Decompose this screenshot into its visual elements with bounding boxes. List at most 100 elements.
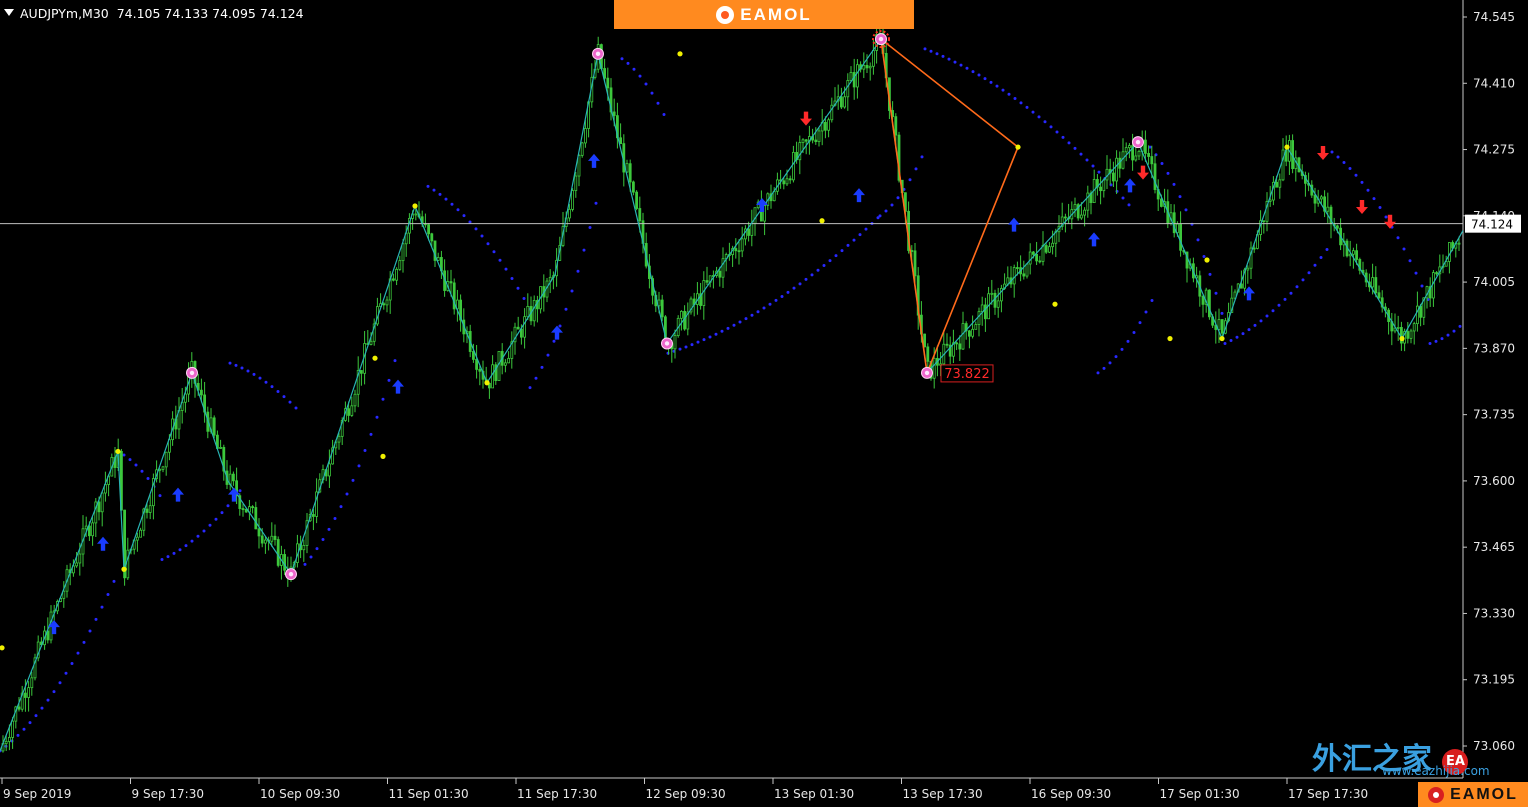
candle-body — [391, 278, 395, 281]
y-tick-label: 74.410 — [1473, 76, 1515, 90]
sar-dot — [644, 82, 648, 86]
sar-dot — [858, 233, 862, 237]
sar-dot — [708, 335, 712, 339]
sar-dot — [1166, 171, 1170, 175]
candle-body — [913, 250, 917, 277]
sar-dot — [240, 366, 244, 370]
sar-dot — [662, 112, 666, 116]
sar-dot — [258, 376, 262, 380]
sar-dot — [1025, 105, 1029, 109]
candle-body — [1416, 305, 1419, 325]
sar-dot — [534, 376, 538, 380]
candle-body — [974, 324, 978, 330]
sar-dot — [1414, 271, 1418, 275]
candle-body — [385, 299, 389, 306]
pivot-minor-dot — [1052, 301, 1058, 307]
pivot-minor-dot — [1284, 144, 1290, 150]
candle-body — [1012, 267, 1016, 285]
candle-body — [628, 163, 632, 183]
sar-dot — [158, 494, 162, 498]
sar-dot — [564, 307, 568, 311]
candle-body — [139, 529, 143, 538]
candle-body — [1134, 155, 1138, 161]
sar-dot — [878, 214, 882, 218]
sar-dot — [1241, 332, 1245, 336]
sar-dot — [1049, 125, 1053, 129]
sar-dot — [82, 640, 86, 644]
sar-dot — [1061, 135, 1065, 139]
candle-body — [571, 190, 574, 210]
candle-body — [11, 720, 15, 738]
candle-body — [1044, 245, 1048, 253]
candle-body — [1179, 223, 1182, 251]
sar-dot — [1037, 115, 1041, 119]
sar-dot — [369, 432, 373, 436]
sar-dot — [828, 259, 832, 263]
candle-body — [532, 300, 536, 322]
candle-body — [270, 535, 274, 542]
x-tick-label: 17 Sep 01:30 — [1160, 787, 1240, 801]
candle-body — [1281, 149, 1285, 181]
pivot-major-center — [189, 370, 195, 376]
sar-dot — [953, 60, 957, 64]
sar-dot — [1208, 272, 1212, 276]
sar-dot — [178, 548, 182, 552]
candle-body — [1377, 292, 1381, 299]
candle-body — [251, 506, 255, 509]
sar-dot — [294, 406, 298, 410]
candle-body — [1064, 216, 1067, 219]
sar-dot — [588, 225, 592, 229]
sar-dot — [468, 220, 472, 224]
sar-dot — [140, 469, 144, 473]
sar-dot — [552, 339, 556, 343]
dropdown-triangle-icon[interactable] — [4, 9, 14, 16]
sar-dot — [1277, 303, 1281, 307]
candle-body — [382, 303, 386, 306]
sar-dot — [1055, 130, 1059, 134]
candle-body — [1048, 246, 1051, 253]
candle-body — [311, 514, 315, 517]
sar-dot — [1396, 236, 1400, 240]
brand-logo-icon — [716, 5, 735, 24]
sar-dot — [339, 505, 343, 509]
pivot-major-center — [878, 36, 884, 42]
candle-body — [894, 116, 898, 136]
sar-dot — [432, 188, 436, 192]
brand-banner-top: EAMOL — [614, 0, 914, 29]
sar-dot — [1452, 329, 1456, 333]
sar-dot — [1253, 323, 1257, 327]
sar-dot — [756, 310, 760, 314]
sar-dot — [977, 73, 981, 77]
y-tick-label: 73.195 — [1473, 673, 1515, 687]
sar-dot — [1458, 324, 1462, 328]
sar-dot — [1085, 158, 1089, 162]
sar-dot — [1172, 182, 1176, 186]
candle-body — [523, 316, 526, 338]
price-chart[interactable]: 73.822 74.54574.41074.27574.14074.00573.… — [0, 0, 1528, 807]
x-tick-label: 10 Sep 09:30 — [260, 787, 340, 801]
candle-body — [263, 539, 267, 544]
candle-body — [814, 139, 818, 143]
sar-dot — [1073, 146, 1077, 150]
sar-dot — [846, 243, 850, 247]
sar-dot — [112, 579, 116, 583]
candle-body — [1032, 251, 1035, 255]
sar-dot — [810, 273, 814, 277]
sar-dot — [1091, 164, 1095, 168]
sar-dot — [702, 338, 706, 342]
sar-dot — [1402, 247, 1406, 251]
sar-dot — [941, 54, 945, 58]
sar-dot — [1223, 341, 1227, 345]
sar-dot — [309, 555, 313, 559]
candle-body — [353, 393, 357, 407]
candle-body — [958, 343, 962, 350]
sar-dot — [282, 395, 286, 399]
candle-body — [955, 342, 958, 345]
sar-dot — [638, 74, 642, 78]
candle-body — [1278, 179, 1282, 188]
sar-dot — [1366, 188, 1370, 192]
candle-body — [350, 405, 354, 416]
sar-dot — [726, 326, 730, 330]
sar-dot — [1283, 297, 1287, 301]
candle-body — [1320, 196, 1323, 200]
